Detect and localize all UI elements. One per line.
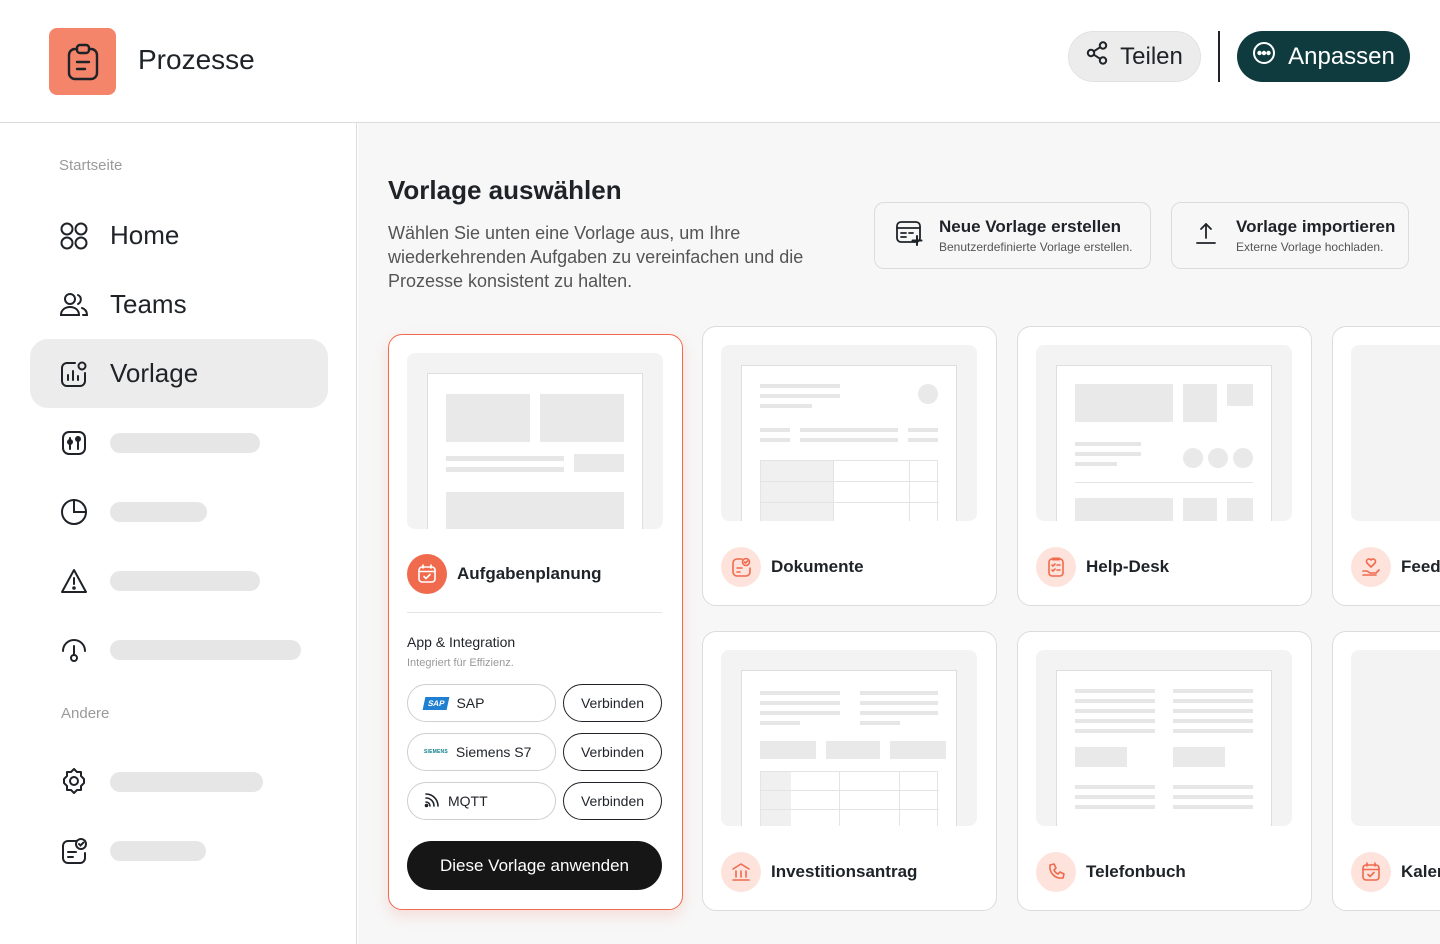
new-template-icon (895, 219, 923, 252)
integration-name: MQTT (448, 793, 488, 809)
template-preview (407, 353, 663, 529)
users-icon (58, 289, 90, 321)
template-card-kalender[interactable]: Kaler (1332, 631, 1440, 911)
new-template-subtitle: Benutzerdefinierte Vorlage erstellen. (939, 240, 1133, 254)
gear-icon (58, 766, 90, 798)
checklist-icon (1036, 547, 1076, 587)
integration-name: Siemens S7 (455, 744, 532, 760)
integration-sap: SAP SAP (407, 684, 556, 722)
template-preview (1036, 345, 1292, 521)
sidebar-item-placeholder-3[interactable] (30, 546, 328, 615)
grid-icon (58, 220, 90, 252)
apply-template-button[interactable]: Diese Vorlage anwenden (407, 841, 662, 890)
sidebar-skeleton (110, 639, 301, 660)
template-preview (721, 650, 977, 826)
template-card-help-desk[interactable]: Help-Desk (1017, 326, 1312, 606)
template-preview (721, 345, 977, 521)
sidebar: Startseite Home Teams Vorlage Andere (0, 123, 357, 944)
sidebar-item-settings[interactable] (30, 747, 328, 816)
share-button[interactable]: Teilen (1068, 31, 1201, 82)
calendar-icon (1351, 852, 1391, 892)
template-name: Investitionsantrag (771, 862, 918, 881)
card-divider (407, 612, 662, 613)
sap-logo: SAP (422, 696, 450, 710)
heart-hand-icon (1351, 547, 1391, 587)
template-name: Kaler (1401, 862, 1440, 881)
template-preview (1351, 650, 1440, 826)
sidebar-item-tasks[interactable] (30, 816, 328, 885)
sidebar-skeleton (110, 570, 260, 591)
top-bar: Prozesse Teilen Anpassen (0, 0, 1440, 123)
sidebar-item-teams[interactable]: Teams (30, 270, 328, 339)
sidebar-skeleton (110, 840, 206, 861)
sidebar-item-placeholder-1[interactable] (30, 408, 328, 477)
clipboard-icon[interactable] (49, 28, 116, 95)
customize-button[interactable]: Anpassen (1237, 31, 1410, 82)
share-icon (1086, 41, 1108, 72)
app-title: Prozesse (138, 44, 255, 75)
sidebar-item-label: Vorlage (110, 358, 199, 388)
sidebar-item-label: Home (110, 220, 180, 250)
bank-icon (721, 852, 761, 892)
template-card-telefonbuch[interactable]: Telefonbuch (1017, 631, 1312, 911)
template-card-investitionsantrag[interactable]: Investitionsantrag (702, 631, 997, 911)
header-divider (1218, 31, 1220, 82)
new-template-button[interactable]: Neue Vorlage erstellen Benutzerdefiniert… (874, 202, 1151, 269)
new-template-title: Neue Vorlage erstellen (939, 217, 1122, 236)
template-preview (1351, 345, 1440, 521)
template-preview (1036, 650, 1292, 826)
siemens-logo: SIEMENS (424, 749, 448, 755)
connect-sap-button[interactable]: Verbinden (563, 684, 662, 722)
sidebar-item-vorlage[interactable]: Vorlage (30, 339, 328, 408)
template-card-feedback[interactable]: Feedl (1332, 326, 1440, 606)
template-card-dokumente[interactable]: Dokumente (702, 326, 997, 606)
calendar-check-icon (407, 554, 447, 594)
template-name: Help-Desk (1086, 557, 1170, 576)
integration-name: SAP (456, 695, 485, 711)
share-label: Teilen (1120, 42, 1183, 70)
section-other-label: Andere (61, 705, 110, 722)
import-template-title: Vorlage importieren (1236, 217, 1396, 236)
sidebar-item-label: Teams (110, 289, 187, 319)
main-content: Vorlage auswählen Wählen Sie unten eine … (358, 123, 1440, 944)
page-title: Vorlage auswählen (388, 175, 622, 205)
customize-label: Anpassen (1288, 42, 1395, 70)
sidebar-skeleton (110, 771, 263, 792)
sidebar-skeleton (110, 432, 260, 453)
integration-subtitle: Integriert für Effizienz. (407, 657, 514, 669)
connect-siemens-button[interactable]: Verbinden (563, 733, 662, 771)
warning-icon (58, 565, 90, 597)
section-start-label: Startseite (59, 157, 123, 174)
checklist-check-icon (58, 835, 90, 867)
chart-icon (58, 358, 90, 390)
sidebar-item-placeholder-2[interactable] (30, 477, 328, 546)
integration-mqtt: MQTT (407, 782, 556, 820)
template-name: Feedl (1401, 557, 1440, 576)
import-template-button[interactable]: Vorlage importieren Externe Vorlage hoch… (1171, 202, 1409, 269)
integration-title: App & Integration (407, 634, 516, 650)
sliders-icon (58, 427, 90, 459)
phone-icon (1036, 852, 1076, 892)
upload-icon (1192, 219, 1220, 252)
template-card-aufgabenplanung[interactable]: Aufgabenplanung App & Integration Integr… (388, 334, 683, 910)
sidebar-item-home[interactable]: Home (30, 201, 328, 270)
import-template-subtitle: Externe Vorlage hochladen. (1236, 240, 1384, 254)
more-circle-icon (1252, 41, 1276, 72)
template-name: Dokumente (771, 557, 864, 576)
connect-mqtt-button[interactable]: Verbinden (563, 782, 662, 820)
sidebar-item-placeholder-4[interactable] (30, 615, 328, 684)
sidebar-skeleton (110, 501, 207, 522)
pie-chart-icon (58, 496, 90, 528)
integration-siemens: SIEMENS Siemens S7 (407, 733, 556, 771)
gauge-icon (58, 634, 90, 666)
template-name: Aufgabenplanung (457, 564, 602, 583)
rss-icon (424, 792, 440, 811)
document-check-icon (721, 547, 761, 587)
page-description: Wählen Sie unten eine Vorlage aus, um Ih… (388, 223, 804, 291)
template-name: Telefonbuch (1086, 862, 1186, 881)
